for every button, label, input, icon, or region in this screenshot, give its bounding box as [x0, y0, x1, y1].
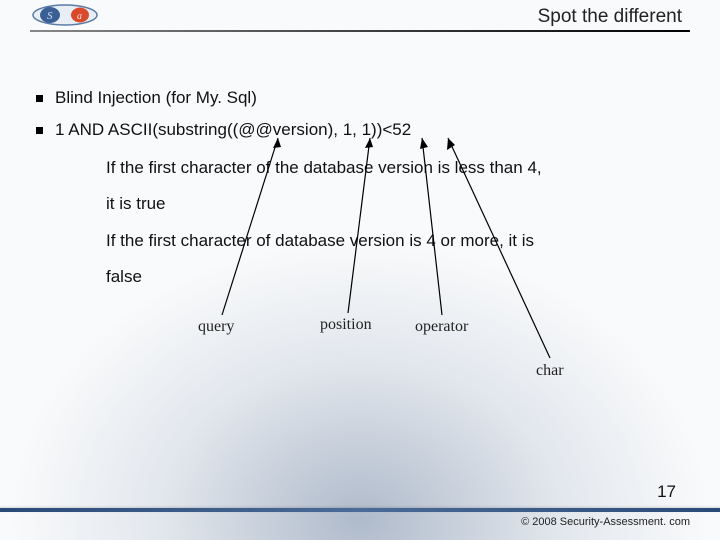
bullet-item: 1 AND ASCII(substring((@@version), 1, 1)… — [36, 120, 684, 140]
label-operator: operator — [415, 318, 468, 336]
svg-text:a: a — [77, 11, 82, 22]
footer-bar — [0, 508, 720, 512]
label-char: char — [536, 362, 564, 380]
label-position: position — [320, 316, 372, 334]
label-query: query — [198, 318, 234, 336]
bullet-square-icon — [36, 95, 43, 102]
bullet-square-icon — [36, 127, 43, 134]
slide-title: Spot the different — [538, 6, 682, 28]
bullet-text: 1 AND ASCII(substring((@@version), 1, 1)… — [55, 120, 411, 140]
explain-line: it is true — [106, 188, 684, 220]
page-number: 17 — [657, 482, 676, 502]
bullet-item: Blind Injection (for My. Sql) — [36, 88, 684, 108]
explain-line: If the first character of database versi… — [106, 225, 684, 257]
explain-line: false — [106, 261, 684, 293]
svg-text:S: S — [47, 10, 53, 22]
title-underline — [30, 30, 690, 32]
bullet-text: Blind Injection (for My. Sql) — [55, 88, 257, 108]
bullet-list: Blind Injection (for My. Sql) 1 AND ASCI… — [36, 88, 684, 297]
copyright-text: © 2008 Security-Assessment. com — [521, 516, 690, 528]
slide: S a Spot the different Blind Injection (… — [0, 0, 720, 540]
logo-badge: S a — [32, 4, 98, 26]
explanation-block: If the first character of the database v… — [106, 152, 684, 293]
explain-line: If the first character of the database v… — [106, 152, 684, 184]
